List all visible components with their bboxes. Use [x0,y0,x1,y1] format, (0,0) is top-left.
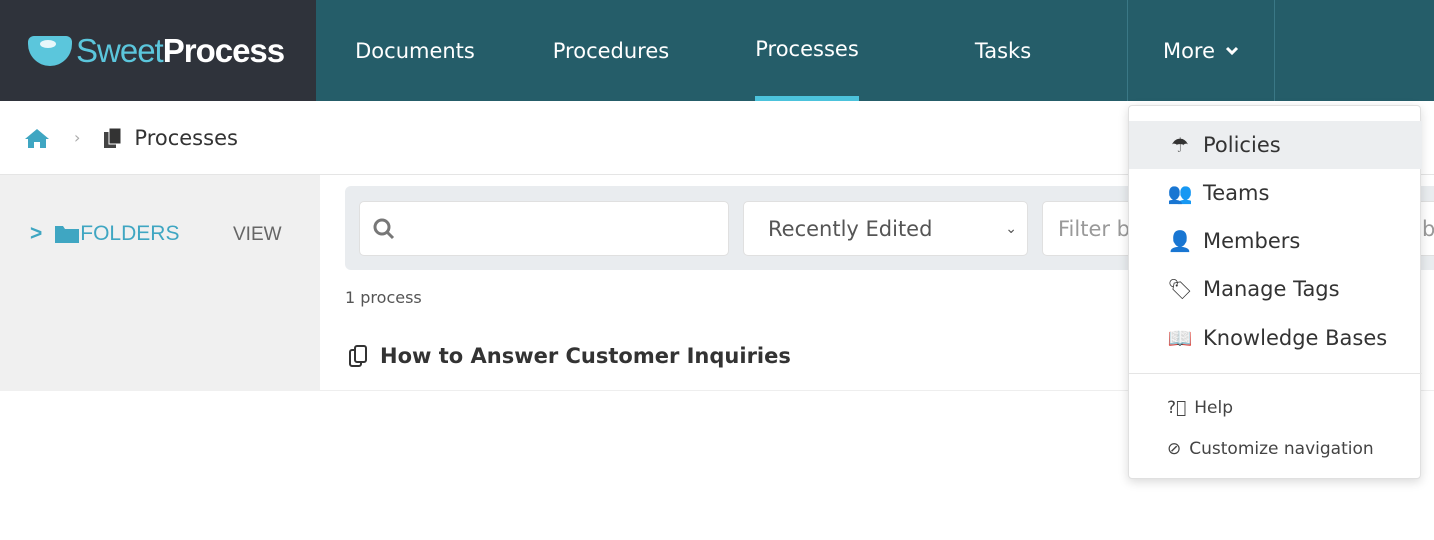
copy-icon [349,345,367,367]
brand-part1: Sweet [76,31,164,69]
menu-label: Help [1194,398,1233,418]
nav-tasks[interactable]: Tasks [975,0,1031,101]
user-icon: 👤 [1167,229,1193,253]
menu-label: Manage Tags [1203,277,1340,301]
menu-item-knowledge-bases[interactable]: 📖 Knowledge Bases [1129,314,1422,362]
nav-documents[interactable]: Documents [355,0,475,101]
menu-item-members[interactable]: 👤 Members [1129,217,1422,265]
menu-item-teams[interactable]: 👥 Teams [1129,169,1422,217]
more-label: More [1162,38,1216,63]
umbrella-icon: ☂ [1171,133,1189,157]
process-count: 1 process [345,288,422,307]
question-circle-icon: ?⃝ [1167,398,1187,418]
folders-label: FOLDERS [80,222,180,245]
menu-item-help[interactable]: ?⃝ Help [1129,391,1422,425]
chevron-right-icon: > [30,222,43,245]
home-icon[interactable] [24,127,50,149]
list-item[interactable]: How to Answer Customer Inquiries [348,344,791,368]
tags-icon: 🏷 [1167,277,1193,301]
nav-more[interactable]: More [1127,0,1275,101]
copy-icon [104,127,122,148]
chevron-down-icon: ⌄ [1005,220,1017,237]
folders-toggle[interactable]: > FOLDERS [30,222,179,246]
menu-label: Customize navigation [1189,439,1374,459]
users-icon: 👥 [1167,181,1193,205]
filter2-placeholder: by [1422,216,1434,241]
menu-label: Teams [1203,181,1270,205]
more-dropdown-menu: ☂ Policies 👥 Teams 👤 Members 🏷 Manage Tags 📖… [1128,105,1422,479]
search-icon [373,218,395,239]
menu-item-policies[interactable]: ☂ Policies [1129,121,1422,169]
nav-procedures[interactable]: Procedures [553,0,669,101]
menu-label: Knowledge Bases [1203,326,1388,350]
sidebar [0,175,320,391]
menu-divider [1129,373,1422,374]
menu-label: Policies [1203,133,1281,157]
menu-item-customize-navigation[interactable]: ⊘ Customize navigation [1129,432,1422,466]
compass-icon: ⊘ [1167,439,1182,459]
breadcrumb-current: Processes [134,125,238,150]
search-input[interactable] [359,201,729,256]
process-title: How to Answer Customer Inquiries [380,344,791,368]
menu-label: Members [1203,229,1301,253]
menu-item-manage-tags[interactable]: 🏷 Manage Tags [1129,265,1422,313]
folder-icon [55,226,80,243]
top-nav: Sweet Process Documents Procedures Proces… [0,0,1434,101]
logo[interactable]: Sweet Process [0,0,316,101]
view-button[interactable]: VIEW [233,224,282,246]
chevron-down-icon [1225,46,1239,55]
book-icon: 📖 [1167,326,1193,350]
brand-part2: Process [162,31,285,69]
sort-select[interactable]: Recently Edited ⌄ [743,201,1028,256]
sort-value: Recently Edited [768,216,933,241]
nav-processes[interactable]: Processes [755,0,859,99]
cup-logo-icon [28,35,72,66]
breadcrumb-separator-icon: › [74,128,81,147]
